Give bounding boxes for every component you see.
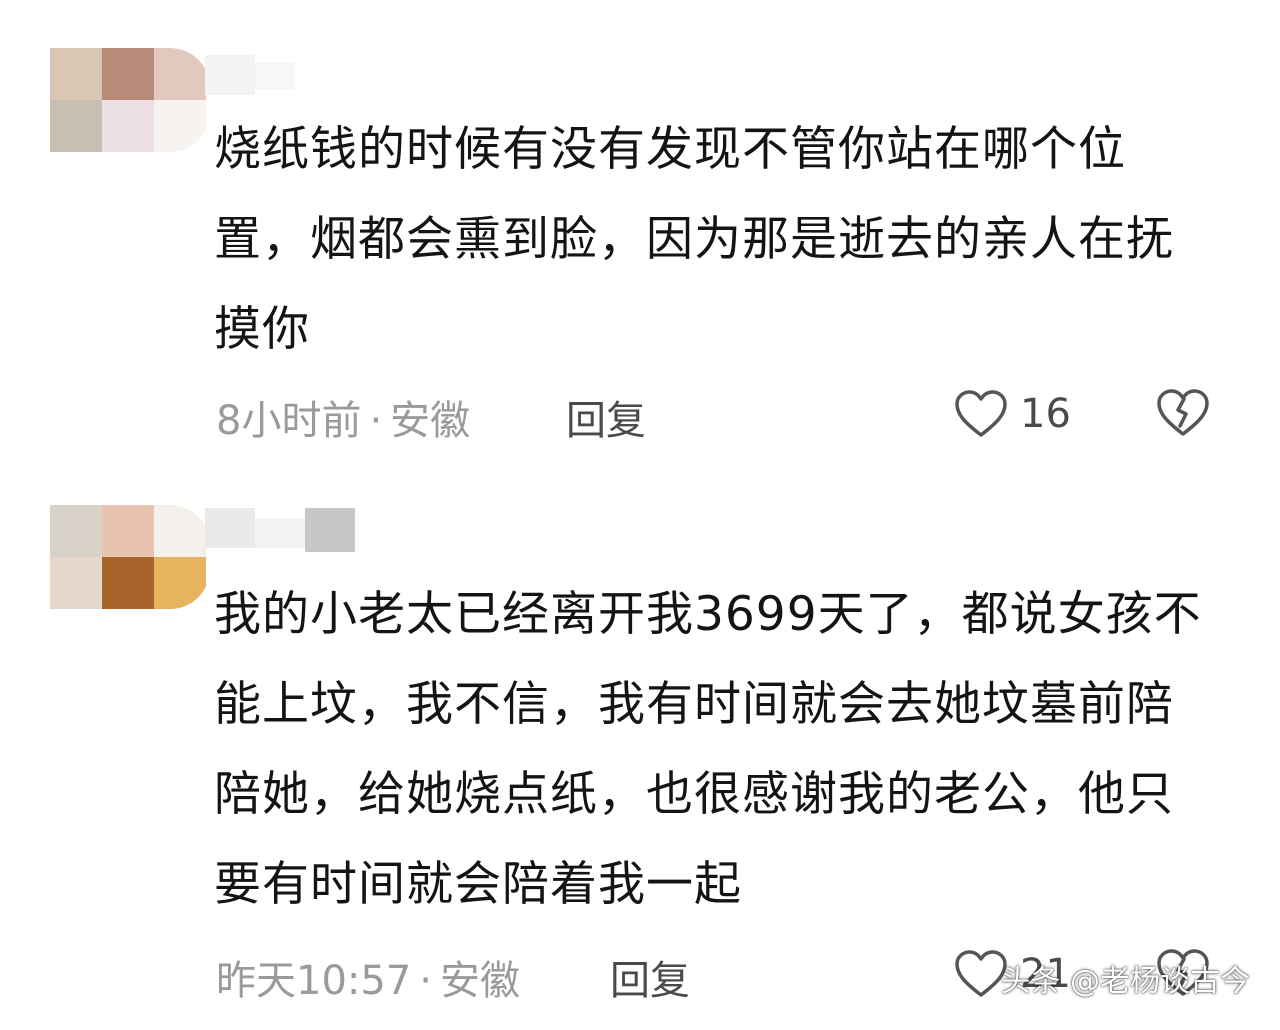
comment-location: 安徽 [390,398,471,444]
comment-text: 我的小老太已经离开我3699天了，都说女孩不能上坟，我不信，我有时间就会去她坟墓… [214,587,1202,912]
dislike-button[interactable] [1156,386,1210,450]
username-mosaic[interactable] [205,508,360,560]
comment-meta: 8小时前 · 安徽 回复 16 [214,384,1244,444]
username-mosaic[interactable] [205,55,305,107]
comment-text: 烧纸钱的时候有没有发现不管你站在哪个位置，烟都会熏到脸，因为那是逝去的亲人在抚摸… [214,122,1174,357]
avatar[interactable] [50,48,210,152]
like-button[interactable]: 16 [954,384,1071,444]
comment-time-location: 8小时前 · 安徽 [216,388,470,446]
reply-button[interactable]: 回复 [566,388,646,446]
broken-heart-icon [1157,389,1209,436]
meta-separator: · [419,958,432,1004]
comment-item: 我的小老太已经离开我3699天了，都说女孩不能上坟，我不信，我有时间就会去她坟墓… [0,490,1280,1030]
comment-time: 8小时前 [216,398,362,444]
avatar[interactable] [50,505,210,609]
comment-item: 烧纸钱的时候有没有发现不管你站在哪个位置，烟都会熏到脸，因为那是逝去的亲人在抚摸… [0,0,1280,470]
watermark: 头条 @老杨谈古今 [1000,964,1250,999]
comment-location: 安徽 [440,958,520,1004]
reply-button[interactable]: 回复 [610,948,690,1006]
comment-time: 昨天10:57 [216,958,412,1004]
meta-separator: · [369,398,383,444]
like-count: 16 [1020,391,1071,437]
heart-outline-icon [955,390,1007,437]
comment-time-location: 昨天10:57 · 安徽 [216,948,520,1006]
